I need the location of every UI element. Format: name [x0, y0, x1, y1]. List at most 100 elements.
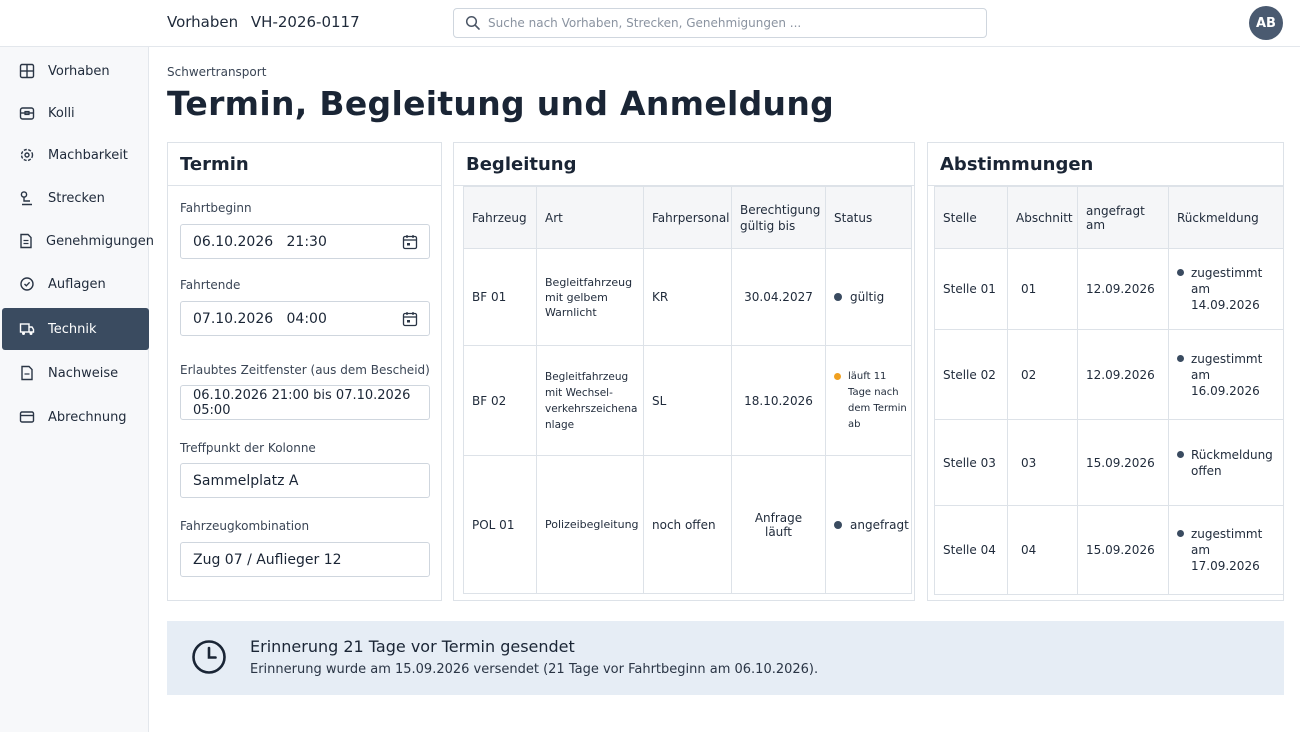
sidebar-item-kolli[interactable]: Kolli: [2, 92, 149, 134]
sidebar: Vorhaben Kolli Machbarkeit Strecken Gene…: [0, 47, 154, 732]
sidebar-item-genehmigungen[interactable]: Genehmigungen: [2, 220, 154, 262]
cell-rueckmeldung: Rückmeldung offen: [1168, 419, 1284, 506]
search-input[interactable]: [488, 13, 968, 33]
status-text: läuft 11 Tage nach dem Termin ab: [848, 370, 907, 430]
breadcrumb: Vorhaben VH-2026-0117: [167, 13, 360, 31]
route-icon: [18, 189, 36, 207]
fahrtbeginn-field[interactable]: 06.10.2026 21:30: [180, 224, 430, 259]
cell-personal: KR: [643, 248, 732, 346]
kombination-field[interactable]: Zug 07 / Auflieger 12: [180, 542, 430, 577]
sidebar-item-auflagen[interactable]: Auflagen: [2, 263, 149, 305]
document-icon: [18, 232, 34, 250]
cell-stelle: Stelle 02: [934, 329, 1008, 420]
cell-fahrzeug: POL 01: [463, 455, 537, 594]
cell-rueckmeldung: zugestimmt am 17.09.2026: [1168, 505, 1284, 595]
sidebar-item-abrechnung[interactable]: Abrechnung: [2, 396, 149, 438]
column-header[interactable]: Fahrpersonal: [643, 186, 732, 249]
rueckmeldung-text: zugestimmt am 16.09.2026: [1191, 351, 1263, 398]
cell-angefragt: 15.09.2026: [1077, 419, 1169, 506]
page-title: Termin, Begleitung und Anmeldung: [167, 84, 835, 123]
begleitung-panel: Begleitung Fahrzeug Art Fahrpersonal Ber…: [453, 142, 915, 601]
sidebar-item-label: Vorhaben: [48, 63, 110, 79]
cell-status: angefragt: [825, 455, 912, 594]
fahrtende-field[interactable]: 07.10.2026 04:00: [180, 301, 430, 336]
sidebar-item-label: Auflagen: [48, 276, 106, 292]
abstimmungen-title: Abstimmungen: [928, 143, 1283, 186]
status-dot: [834, 293, 842, 301]
column-header[interactable]: Status: [825, 186, 912, 249]
avatar[interactable]: AB: [1249, 6, 1283, 40]
top-bar: Vorhaben VH-2026-0117 AB: [0, 0, 1300, 47]
cell-status: gültig: [825, 248, 912, 346]
kombination-label: Fahrzeugkombination: [180, 519, 310, 533]
search-box[interactable]: [453, 8, 987, 38]
sidebar-item-vorhaben[interactable]: Vorhaben: [2, 50, 149, 92]
table-row[interactable]: Stelle 03 03 15.09.2026 Rückmeldung offe…: [934, 419, 1284, 506]
cell-art: Begleitfahrzeug mit gelbem Warnlicht: [536, 248, 644, 346]
cell-gueltig: 30.04.2027: [731, 248, 826, 346]
cell-angefragt: 12.09.2026: [1077, 329, 1169, 420]
column-header[interactable]: Fahrzeug: [463, 186, 537, 249]
cell-art: Polizeibegleitung: [536, 455, 644, 594]
cell-abschnitt: 04: [1007, 505, 1078, 595]
calendar-icon[interactable]: [402, 311, 418, 327]
table-row[interactable]: Stelle 04 04 15.09.2026 zugestimmt am 17…: [934, 505, 1284, 595]
status-dot: [834, 520, 842, 529]
cell-gueltig: Anfrage läuft: [731, 455, 826, 594]
zeitfenster-label: Erlaubtes Zeitfenster (aus dem Bescheid): [180, 363, 430, 377]
sidebar-item-label: Genehmigungen: [46, 233, 155, 249]
cell-abschnitt: 01: [1007, 248, 1078, 330]
status-dot-warning: [834, 372, 841, 380]
column-header[interactable]: Art: [536, 186, 644, 249]
rueckmeldung-text: Rückmeldung offen: [1191, 447, 1273, 478]
column-header[interactable]: Rückmeldung: [1168, 186, 1284, 249]
table-row[interactable]: POL 01 Polizeibegleitung noch offen Anfr…: [463, 455, 912, 594]
cell-gueltig: 18.10.2026: [731, 345, 826, 456]
banner-title: Erinnerung 21 Tage vor Termin gesendet: [250, 637, 575, 656]
fahrtbeginn-label: Fahrtbeginn: [180, 201, 252, 215]
sidebar-item-machbarkeit[interactable]: Machbarkeit: [2, 134, 149, 176]
termin-panel: Termin Fahrtbeginn 06.10.2026 21:30 Fahr…: [167, 142, 442, 601]
banner-text: Erinnerung wurde am 15.09.2026 versendet…: [250, 662, 819, 677]
calendar-icon[interactable]: [402, 234, 418, 250]
status-dot: [1177, 450, 1184, 458]
sidebar-item-label: Kolli: [48, 105, 75, 121]
cell-stelle: Stelle 03: [934, 419, 1008, 506]
breadcrumb-section[interactable]: Vorhaben: [167, 13, 238, 31]
cell-status: läuft 11 Tage nach dem Termin ab: [825, 345, 912, 456]
sidebar-item-technik[interactable]: Technik: [2, 308, 149, 350]
treffpunkt-value: Sammelplatz A: [193, 472, 299, 489]
cell-angefragt: 15.09.2026: [1077, 505, 1169, 595]
status-text: gültig: [850, 290, 885, 304]
cell-personal: noch offen: [643, 455, 732, 594]
status-dot: [1177, 354, 1184, 362]
column-header[interactable]: Stelle: [934, 186, 1008, 249]
table-row[interactable]: BF 01 Begleitfahrzeug mit gelbem Warnlic…: [463, 248, 912, 346]
sidebar-item-label: Technik: [48, 321, 97, 337]
zeitfenster-field[interactable]: 06.10.2026 21:00 bis 07.10.2026 05:00: [180, 385, 430, 420]
treffpunkt-field[interactable]: Sammelplatz A: [180, 463, 430, 498]
rueckmeldung-text: zugestimmt am 14.09.2026: [1191, 266, 1263, 312]
sidebar-item-strecken[interactable]: Strecken: [2, 177, 149, 219]
status-text: angefragt: [850, 517, 909, 532]
truck-icon: [18, 320, 36, 338]
card-icon: [18, 408, 36, 426]
file-icon: [18, 364, 36, 382]
cell-stelle: Stelle 04: [934, 505, 1008, 595]
cell-fahrzeug: BF 01: [463, 248, 537, 346]
cell-stelle: Stelle 01: [934, 248, 1008, 330]
target-gear-icon: [18, 146, 36, 164]
cell-angefragt: 12.09.2026: [1077, 248, 1169, 330]
sidebar-item-label: Nachweise: [48, 365, 119, 381]
table-row[interactable]: BF 02 Begleitfahrzeug mit Wechsel-verkeh…: [463, 345, 912, 456]
abstimmungen-panel: Abstimmungen Stelle Abschnitt angefragt …: [927, 142, 1284, 601]
sidebar-item-nachweise[interactable]: Nachweise: [2, 352, 149, 394]
table-row[interactable]: Stelle 01 01 12.09.2026 zugestimmt am 14…: [934, 248, 1284, 330]
column-header[interactable]: Berechtigung gültig bis: [731, 186, 826, 249]
zeitfenster-value: 06.10.2026 21:00 bis 07.10.2026 05:00: [193, 387, 411, 418]
table-row[interactable]: Stelle 02 02 12.09.2026 zugestimmt am 16…: [934, 329, 1284, 420]
fahrtende-label: Fahrtende: [180, 278, 241, 292]
sidebar-item-label: Machbarkeit: [48, 147, 128, 163]
column-header[interactable]: Abschnitt: [1007, 186, 1078, 249]
column-header[interactable]: angefragt am: [1077, 186, 1169, 249]
